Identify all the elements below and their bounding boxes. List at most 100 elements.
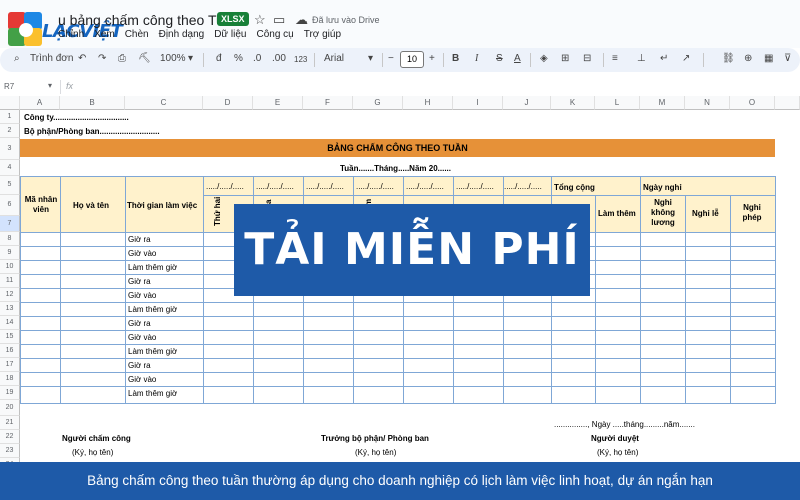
date-placeholder[interactable]: ...../...../.....	[406, 182, 444, 191]
column-header[interactable]: M	[640, 96, 685, 110]
text-rotate-icon[interactable]: ↗	[682, 53, 690, 64]
column-header[interactable]: K	[551, 96, 595, 110]
column-header[interactable]: O	[730, 96, 775, 110]
bold-button[interactable]: B	[452, 53, 459, 64]
date-placeholder[interactable]: ...../...../.....	[356, 182, 394, 191]
redo-icon[interactable]: ↷	[98, 53, 106, 64]
dept-head-label[interactable]: Trưởng bộ phận/ Phòng ban	[321, 434, 429, 443]
column-header[interactable]: C	[125, 96, 203, 110]
search-icon[interactable]: ⌕	[14, 53, 20, 64]
row-header[interactable]: 23	[0, 444, 20, 458]
row-header[interactable]: 12	[0, 288, 20, 302]
link-icon[interactable]: ⛓	[722, 53, 735, 64]
week-line[interactable]: Tuần.......Tháng.....Năm 20......	[340, 164, 451, 173]
percent-button[interactable]: %	[234, 53, 243, 64]
date-placeholder[interactable]: ...../...../.....	[256, 182, 294, 191]
row-header[interactable]: 21	[0, 416, 20, 430]
date-placeholder[interactable]: ...../...../.....	[306, 182, 344, 191]
row-header[interactable]: 13	[0, 302, 20, 316]
menu-insert[interactable]: Chèn	[125, 29, 149, 40]
time-row-label[interactable]: Giờ ra	[128, 361, 151, 370]
chart-icon[interactable]: ▦	[764, 53, 773, 64]
header-leave-days[interactable]: Ngày nghỉ	[643, 183, 682, 192]
column-header[interactable]: L	[595, 96, 640, 110]
italic-button[interactable]: I	[475, 53, 478, 64]
time-row-label[interactable]: Làm thêm giờ	[128, 305, 177, 314]
header-unpaid-leave[interactable]: Nghỉ không lương	[644, 198, 682, 228]
menu-view[interactable]: Xem	[94, 29, 115, 40]
chevron-down-icon[interactable]: ▾	[48, 81, 52, 90]
company-line[interactable]: Công ty.................................…	[24, 113, 129, 122]
time-row-label[interactable]: Giờ vào	[128, 375, 156, 384]
column-header[interactable]: F	[303, 96, 353, 110]
time-row-label[interactable]: Giờ ra	[128, 235, 151, 244]
row-header[interactable]: 17	[0, 358, 20, 372]
row-header[interactable]: 20	[0, 400, 20, 416]
text-color-button[interactable]: A	[514, 53, 521, 64]
decrease-decimal-button[interactable]: .0	[253, 53, 261, 64]
chevron-down-icon[interactable]: ▾	[188, 53, 193, 64]
borders-icon[interactable]: ⊞	[561, 53, 569, 64]
column-header[interactable]: N	[685, 96, 730, 110]
row-header[interactable]: 2	[0, 124, 20, 138]
time-row-label[interactable]: Giờ vào	[128, 333, 156, 342]
department-line[interactable]: Bộ phận/Phòng ban.......................…	[24, 127, 160, 136]
row-header[interactable]: 16	[0, 344, 20, 358]
header-full-name[interactable]: Họ và tên	[73, 201, 109, 210]
approver-label[interactable]: Người duyệt	[591, 434, 639, 443]
chevron-down-icon[interactable]: ▾	[368, 53, 373, 64]
row-header[interactable]: 15	[0, 330, 20, 344]
increase-decimal-button[interactable]: .00	[272, 53, 286, 64]
header-total[interactable]: Tổng cộng	[554, 183, 595, 192]
column-header[interactable]: E	[253, 96, 303, 110]
align-left-icon[interactable]: ≡	[612, 53, 618, 64]
time-row-label[interactable]: Làm thêm giờ	[128, 263, 177, 272]
column-header[interactable]: D	[203, 96, 253, 110]
row-header[interactable]: 10	[0, 260, 20, 274]
print-icon[interactable]: ⎙	[118, 53, 126, 64]
row-header[interactable]: 1	[0, 110, 20, 124]
column-header[interactable]: I	[453, 96, 503, 110]
row-header[interactable]: 18	[0, 372, 20, 386]
timesheet-title[interactable]: BẢNG CHẤM CÔNG THEO TUẦN	[20, 139, 775, 157]
strikethrough-button[interactable]: S	[496, 53, 503, 64]
menu-edit[interactable]: Chỉnh	[58, 29, 84, 40]
document-title[interactable]: u bảng chấm công theo Tuần	[58, 12, 239, 28]
row-header[interactable]: 22	[0, 430, 20, 444]
menu-help[interactable]: Trợ giúp	[304, 29, 341, 40]
undo-icon[interactable]: ↶	[78, 53, 86, 64]
row-header[interactable]: 6	[0, 195, 20, 216]
date-placeholder[interactable]: ...../...../.....	[206, 182, 244, 191]
corner-cell[interactable]	[0, 96, 20, 110]
row-header-selected[interactable]: 7	[0, 216, 20, 232]
column-header[interactable]: G	[353, 96, 403, 110]
date-placeholder[interactable]: ...../...../.....	[456, 182, 494, 191]
row-header[interactable]: 19	[0, 386, 20, 400]
currency-button[interactable]: đ	[216, 53, 222, 64]
menu-tools[interactable]: Công cụ	[256, 29, 293, 40]
row-header[interactable]: 8	[0, 232, 20, 246]
move-folder-icon[interactable]: ▭	[273, 12, 285, 28]
signature-note[interactable]: (Ký, họ tên)	[597, 448, 638, 457]
time-row-label[interactable]: Làm thêm giờ	[128, 389, 177, 398]
menu-format[interactable]: Định dạng	[159, 29, 205, 40]
row-header[interactable]: 14	[0, 316, 20, 330]
row-header[interactable]: 4	[0, 160, 20, 176]
filter-icon[interactable]: ⊽	[784, 53, 791, 64]
font-size-input[interactable]: 10	[400, 51, 424, 68]
time-row-label[interactable]: Làm thêm giờ	[128, 347, 177, 356]
header-employee-id[interactable]: Mã nhân viên	[22, 195, 60, 215]
column-header[interactable]: A	[20, 96, 60, 110]
time-row-label[interactable]: Giờ ra	[128, 277, 151, 286]
header-holiday[interactable]: Nghỉ lễ	[692, 209, 719, 218]
merge-cells-icon[interactable]: ⊟	[583, 53, 591, 64]
column-header[interactable]: B	[60, 96, 125, 110]
column-header[interactable]: J	[503, 96, 551, 110]
name-box[interactable]: R7	[4, 82, 14, 91]
vertical-align-icon[interactable]: ⊥	[637, 53, 646, 64]
header-monday[interactable]: Thứ hai	[213, 197, 222, 226]
sign-date-line[interactable]: ..............., Ngày .....tháng........…	[554, 420, 695, 429]
signature-note[interactable]: (Ký, họ tên)	[72, 448, 113, 457]
row-header[interactable]: 11	[0, 274, 20, 288]
font-select[interactable]: Arial	[324, 53, 344, 64]
